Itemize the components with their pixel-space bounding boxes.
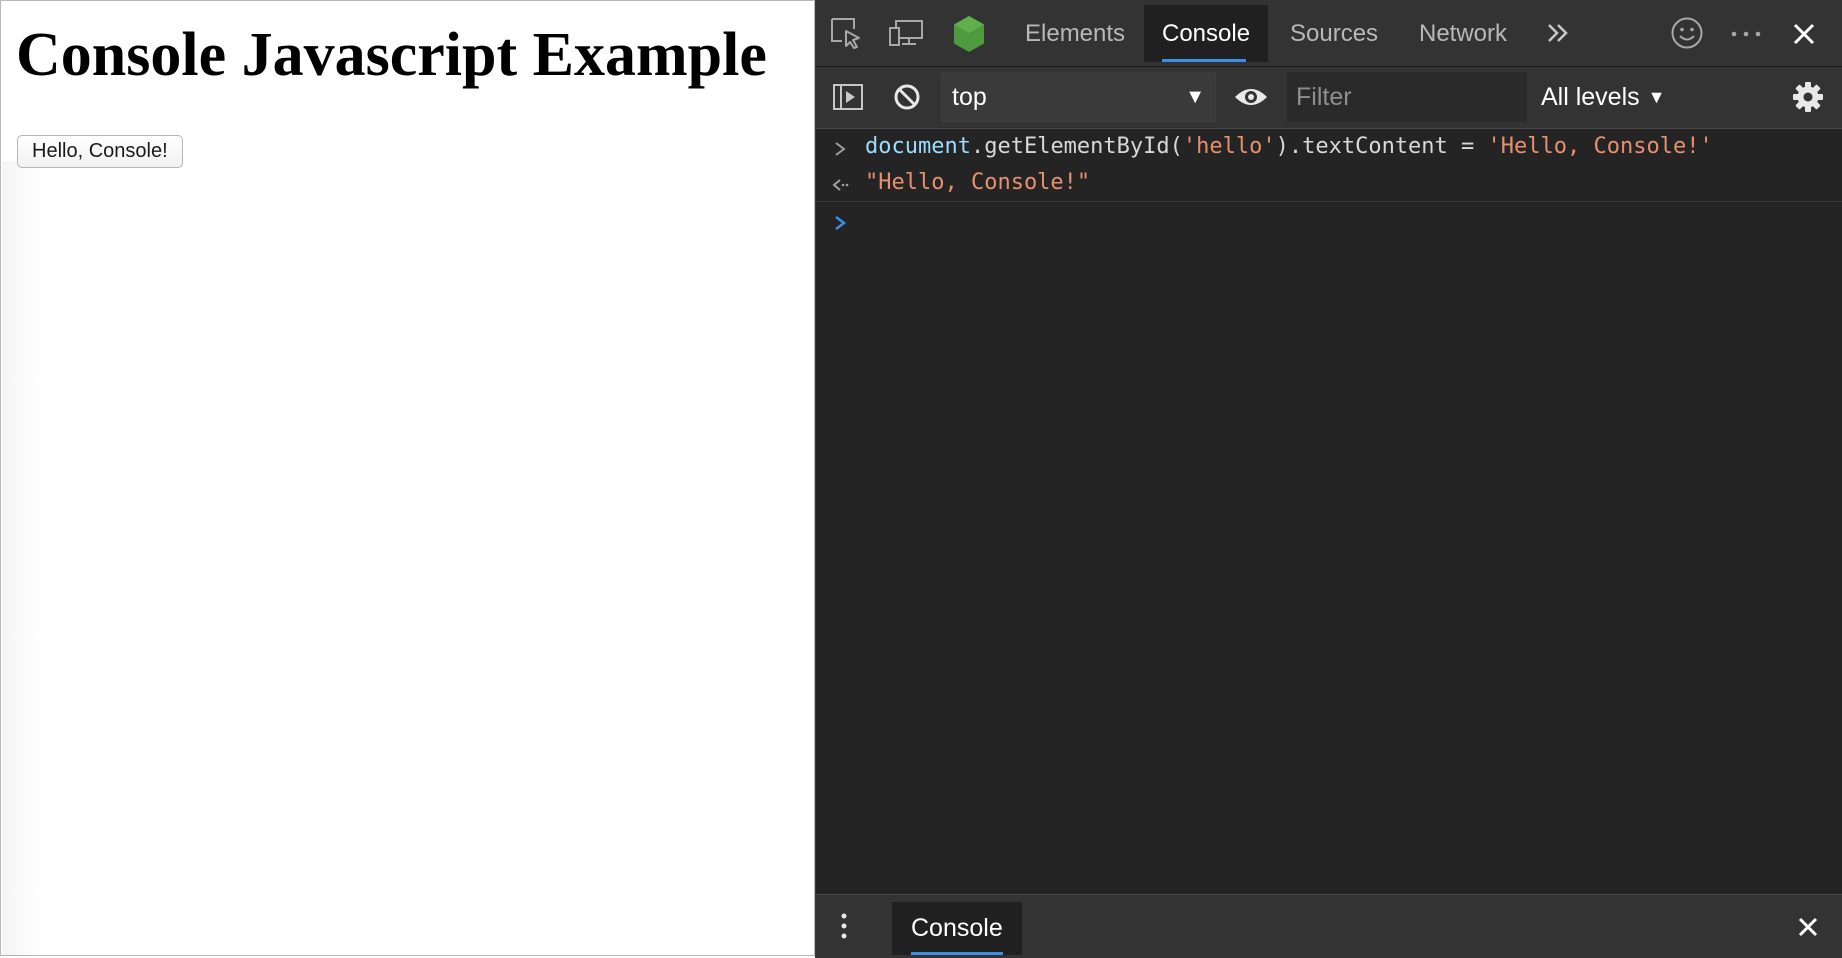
settings-icon[interactable] [1790, 79, 1826, 115]
sidebar-toggle-icon[interactable] [831, 80, 865, 114]
close-icon[interactable] [1789, 19, 1819, 49]
page-heading: Console Javascript Example [16, 21, 767, 89]
live-expression-icon[interactable] [1231, 80, 1271, 114]
more-options-icon[interactable] [1728, 22, 1764, 46]
tab-network[interactable]: Network [1419, 5, 1507, 62]
inspect-icon[interactable] [828, 15, 864, 51]
command-object: document [865, 134, 971, 159]
hello-console-button[interactable]: Hello, Console! [17, 135, 183, 168]
inspected-page: Console Javascript Example Hello, Consol… [0, 0, 815, 956]
drawer-menu-icon[interactable] [834, 909, 854, 943]
context-value: top [952, 83, 987, 111]
tab-console-label: Console [1162, 20, 1251, 47]
console-toolbar: top ▼ All levels ▼ [816, 67, 1842, 129]
prompt-caret-icon [828, 203, 852, 239]
tab-elements[interactable]: Elements [1025, 5, 1125, 62]
console-output[interactable]: document.getElementById('hello').textCon… [816, 129, 1842, 894]
tab-sources[interactable]: Sources [1290, 5, 1378, 62]
console-result-entry[interactable]: "Hello, Console!" [816, 165, 1842, 201]
command-property: ).textContent = [1275, 134, 1488, 159]
devtools-panel: Elements Console Sources Network top ▼ F… [815, 0, 1842, 958]
drawer-tab-console[interactable]: Console [892, 902, 1022, 955]
console-drawer: Console [816, 894, 1842, 958]
drawer-tab-label: Console [911, 914, 1003, 942]
log-levels-label: All levels [1541, 83, 1640, 111]
result-arrow-icon [828, 165, 852, 201]
command-method: .getElementById( [970, 134, 1183, 159]
console-input-entry[interactable]: document.getElementById('hello').textCon… [816, 129, 1842, 165]
filter-input[interactable] [1287, 72, 1527, 122]
console-prompt[interactable] [816, 203, 1842, 239]
node-icon[interactable] [951, 15, 987, 53]
levels-arrow-icon: ▼ [1647, 87, 1666, 107]
feedback-icon[interactable] [1669, 15, 1705, 51]
clear-console-icon[interactable] [891, 81, 923, 113]
command-assigned-value: 'Hello, Console!' [1487, 134, 1713, 159]
page-edge-shadow [2, 161, 42, 956]
console-divider [816, 201, 1842, 202]
command-argument: 'hello' [1182, 134, 1276, 159]
drawer-active-indicator [911, 952, 1003, 955]
tab-console[interactable]: Console [1144, 5, 1269, 62]
drawer-close-icon[interactable] [1794, 913, 1822, 941]
active-tab-indicator [1162, 59, 1247, 62]
dropdown-arrow-icon: ▼ [1185, 86, 1205, 108]
context-selector[interactable]: top ▼ [941, 72, 1216, 122]
devtools-tab-bar: Elements Console Sources Network [816, 0, 1842, 67]
console-result-value: "Hello, Console!" [865, 170, 1091, 195]
more-tabs-icon[interactable] [1543, 17, 1573, 49]
device-emulation-icon[interactable] [888, 17, 924, 49]
input-prompt-icon [828, 129, 852, 165]
log-levels-dropdown[interactable]: All levels ▼ [1541, 72, 1665, 122]
console-command: document.getElementById('hello').textCon… [865, 129, 1713, 165]
